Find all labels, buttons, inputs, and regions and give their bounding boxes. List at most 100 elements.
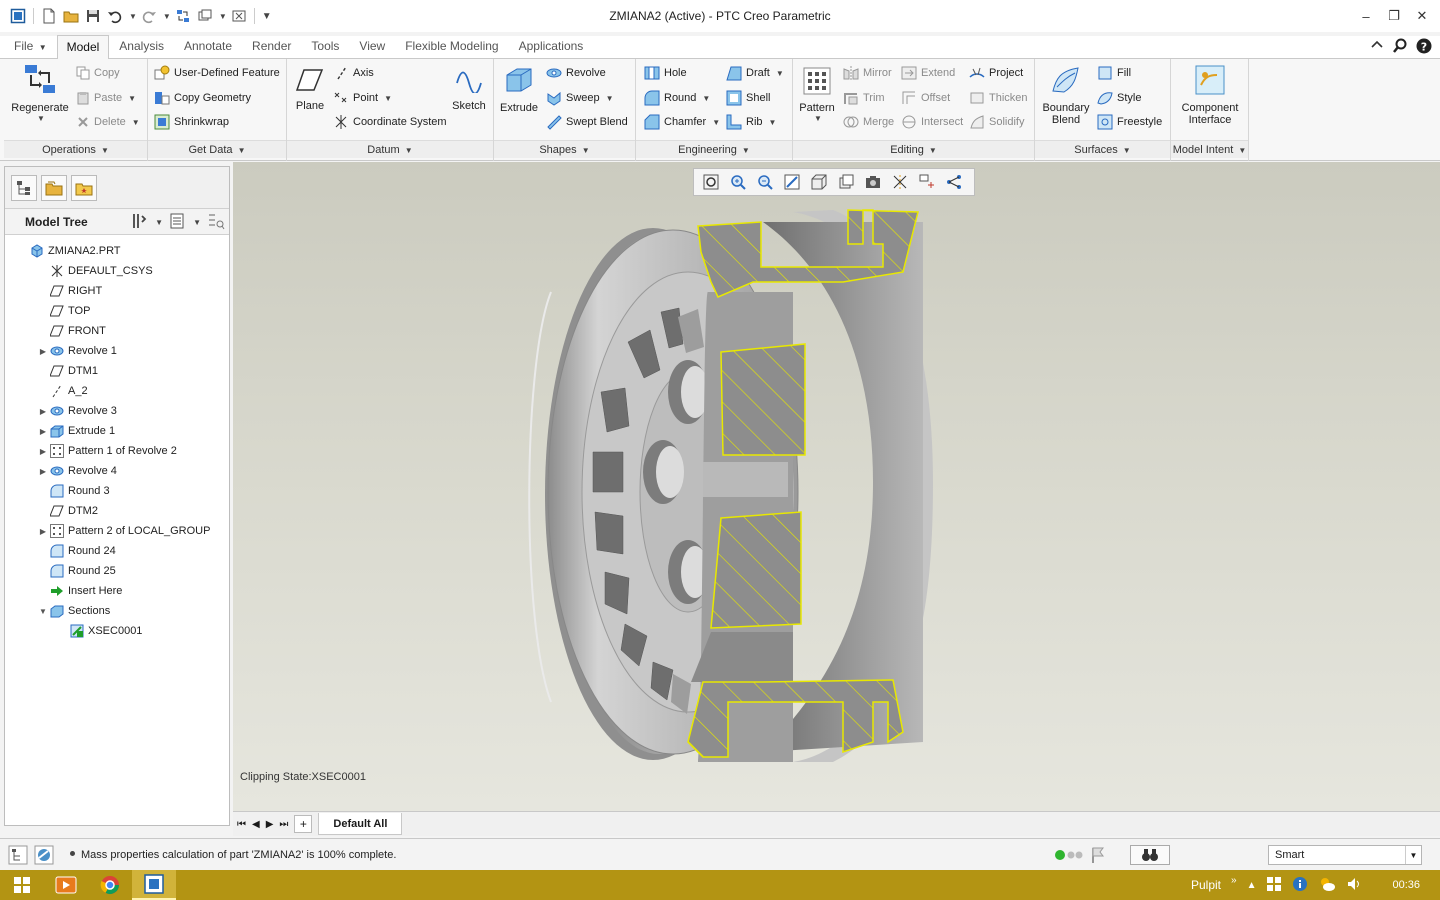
minimize-icon[interactable]: –: [1354, 6, 1378, 26]
tree-item[interactable]: DTM1: [5, 361, 229, 381]
get-data-group-label[interactable]: Get Data ▼: [148, 140, 286, 158]
model-intent-group-label[interactable]: Model Intent ▼: [1171, 140, 1248, 158]
tree-item[interactable]: Round 24: [5, 541, 229, 561]
first-tab-icon[interactable]: ⏮: [237, 819, 246, 830]
tree-item[interactable]: ▼ Sections: [5, 601, 229, 621]
tree-item[interactable]: Insert Here: [5, 581, 229, 601]
delete-button[interactable]: Delete ▼: [76, 112, 140, 132]
regenerate-small-icon[interactable]: [173, 6, 193, 26]
tab-file[interactable]: File ▼: [4, 34, 57, 58]
solidify-button[interactable]: Solidify: [969, 112, 1024, 132]
close-icon[interactable]: ✕: [1410, 6, 1434, 26]
search-icon[interactable]: [1392, 38, 1408, 57]
engineering-group-label[interactable]: Engineering ▼: [636, 140, 792, 158]
copy-geometry-button[interactable]: Copy Geometry: [154, 88, 251, 108]
app-menu-icon[interactable]: [8, 6, 28, 26]
tree-item[interactable]: ZMIANA2.PRT: [5, 241, 229, 261]
project-button[interactable]: Project: [969, 63, 1023, 83]
draft-button[interactable]: Draft ▼: [726, 63, 784, 83]
tab-default-all[interactable]: Default All: [318, 813, 403, 835]
tree-item[interactable]: Round 3: [5, 481, 229, 501]
tab-applications[interactable]: Applications: [509, 34, 594, 58]
tree-item[interactable]: ▶ Revolve 3: [5, 401, 229, 421]
show-dropdown-icon[interactable]: ▼: [193, 218, 201, 227]
trim-button[interactable]: Trim: [843, 88, 885, 108]
creo-taskbar-icon[interactable]: [132, 870, 176, 900]
tray-expand-icon[interactable]: ▲: [1247, 880, 1257, 891]
model-viewport[interactable]: [233, 162, 1440, 811]
start-button[interactable]: [0, 870, 44, 900]
swept-blend-button[interactable]: Swept Blend: [546, 112, 628, 132]
tab-model[interactable]: Model: [56, 35, 110, 59]
freestyle-button[interactable]: Freestyle: [1097, 112, 1162, 132]
tree-item[interactable]: RIGHT: [5, 281, 229, 301]
restore-icon[interactable]: ❐: [1382, 6, 1406, 26]
redo-dropdown-icon[interactable]: ▼: [163, 12, 171, 21]
udf-button[interactable]: User-Defined Feature: [154, 63, 280, 83]
browser-toggle-icon[interactable]: [34, 845, 54, 868]
offset-button[interactable]: Offset: [901, 88, 950, 108]
tree-item[interactable]: ▶ Revolve 4: [5, 461, 229, 481]
media-player-icon[interactable]: [44, 870, 88, 900]
coordinate-system-button[interactable]: Coordinate System: [333, 112, 447, 132]
volume-icon[interactable]: [1346, 876, 1362, 895]
minimize-ribbon-icon[interactable]: [1370, 38, 1384, 57]
tree-item[interactable]: Round 25: [5, 561, 229, 581]
windows-flag-icon[interactable]: [1266, 876, 1282, 895]
expand-toggle-icon[interactable]: ▶: [37, 347, 49, 356]
chrome-icon[interactable]: [88, 870, 132, 900]
navigator-toggle-icon[interactable]: [8, 845, 28, 868]
axis-button[interactable]: Axis: [335, 63, 374, 83]
tree-item[interactable]: ▶ Revolve 1: [5, 341, 229, 361]
expand-toggle-icon[interactable]: ▶: [37, 467, 49, 476]
copy-button[interactable]: Copy: [76, 63, 120, 83]
close-window-icon[interactable]: [229, 6, 249, 26]
save-icon[interactable]: [83, 6, 103, 26]
tree-item[interactable]: FRONT: [5, 321, 229, 341]
new-file-icon[interactable]: [39, 6, 59, 26]
desktop-toolbar-label[interactable]: Pulpit: [1191, 878, 1221, 892]
prev-tab-icon[interactable]: ◀: [252, 819, 260, 830]
next-tab-icon[interactable]: ▶: [266, 819, 274, 830]
tree-item[interactable]: TOP: [5, 301, 229, 321]
tab-annotate[interactable]: Annotate: [174, 34, 242, 58]
customize-qat-icon[interactable]: ▼: [262, 11, 272, 22]
undo-dropdown-icon[interactable]: ▼: [129, 12, 137, 21]
tree-item[interactable]: XSEC0001: [5, 621, 229, 641]
tree-filter-icon[interactable]: [207, 212, 225, 233]
tree-item[interactable]: ▶ Pattern 2 of LOCAL_GROUP: [5, 521, 229, 541]
tab-tools[interactable]: Tools: [301, 34, 349, 58]
tree-item[interactable]: ▶ Pattern 1 of Revolve 2: [5, 441, 229, 461]
extend-button[interactable]: Extend: [901, 63, 955, 83]
sweep-button[interactable]: Sweep ▼: [546, 88, 614, 108]
sketch-button[interactable]: Sketch: [447, 67, 491, 112]
shapes-group-label[interactable]: Shapes ▼: [494, 140, 635, 158]
expand-toggle-icon[interactable]: ▼: [37, 607, 49, 616]
style-button[interactable]: Style: [1097, 88, 1141, 108]
shrinkwrap-button[interactable]: Shrinkwrap: [154, 112, 229, 132]
model-tree-tab-icon[interactable]: [11, 175, 37, 201]
round-button[interactable]: Round ▼: [644, 88, 710, 108]
thicken-button[interactable]: Thicken: [969, 88, 1028, 108]
favorites-tab-icon[interactable]: [71, 175, 97, 201]
merge-button[interactable]: Merge: [843, 112, 894, 132]
tab-render[interactable]: Render: [242, 34, 301, 58]
regeneration-status-icon[interactable]: [1054, 849, 1084, 864]
hole-button[interactable]: Hole: [644, 63, 687, 83]
expand-toggle-icon[interactable]: ▶: [37, 427, 49, 436]
expand-toggle-icon[interactable]: ▶: [37, 447, 49, 456]
editing-group-label[interactable]: Editing ▼: [793, 140, 1034, 158]
operations-group-label[interactable]: Operations ▼: [4, 140, 147, 158]
redo-icon[interactable]: [139, 6, 159, 26]
boundary-blend-button[interactable]: Boundary Blend: [1037, 65, 1095, 126]
find-flag-icon[interactable]: [1090, 846, 1106, 867]
undo-icon[interactable]: [105, 6, 125, 26]
double-chevron-icon[interactable]: »: [1231, 875, 1237, 886]
tree-item[interactable]: A_2: [5, 381, 229, 401]
selection-filter-select[interactable]: Smart ▼: [1268, 845, 1422, 865]
plane-button[interactable]: Plane: [291, 67, 329, 112]
settings-dropdown-icon[interactable]: ▼: [155, 218, 163, 227]
show-options-icon[interactable]: [169, 212, 185, 233]
chamfer-button[interactable]: Chamfer ▼: [644, 112, 720, 132]
revolve-button[interactable]: Revolve: [546, 63, 606, 83]
